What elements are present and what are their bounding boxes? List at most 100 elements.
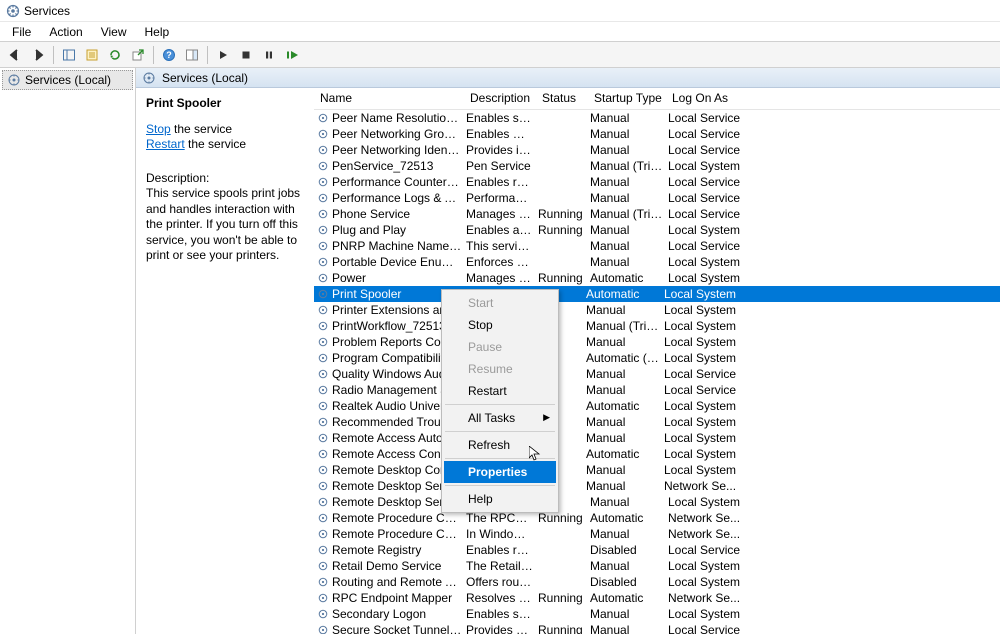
submenu-arrow-icon: ▶	[543, 412, 550, 423]
service-row[interactable]: Plug and PlayEnables a co...RunningManua…	[314, 222, 1000, 238]
service-row[interactable]: Peer Networking Identity M...Provides id…	[314, 142, 1000, 158]
service-row[interactable]: Remote Desktop Services Us...Allows the …	[314, 494, 1000, 510]
cell-description: Enables rem...	[464, 175, 536, 189]
detail-stop-line: Stop the service	[146, 122, 304, 136]
cell-startup: Manual (Trigg...	[588, 159, 666, 173]
service-icon	[316, 448, 330, 460]
cell-name: Remote Procedure Call (RPC)...	[330, 527, 464, 541]
service-row[interactable]: PrintWorkflow_72513Manual (Trigg...Local…	[314, 318, 1000, 334]
ctx-stop[interactable]: Stop	[444, 314, 556, 336]
cell-logon: Local System	[666, 159, 756, 173]
cell-startup: Manual	[588, 527, 666, 541]
service-row[interactable]: Phone ServiceManages th...RunningManual …	[314, 206, 1000, 222]
cell-startup: Automatic	[584, 447, 662, 461]
show-hide-tree-button[interactable]	[58, 44, 80, 66]
menu-view[interactable]: View	[93, 24, 135, 39]
menu-help[interactable]: Help	[137, 24, 178, 39]
column-description[interactable]: Description	[464, 88, 536, 109]
help-button[interactable]: ?	[158, 44, 180, 66]
service-row[interactable]: Peer Name Resolution Proto...Enables ser…	[314, 110, 1000, 126]
service-row[interactable]: Peer Networking GroupingEnables mul...Ma…	[314, 126, 1000, 142]
service-row[interactable]: Performance Counter DLL H...Enables rem.…	[314, 174, 1000, 190]
service-row[interactable]: Retail Demo ServiceThe Retail D...Manual…	[314, 558, 1000, 574]
service-row[interactable]: Remote Procedure Call (RPC)...In Windows…	[314, 526, 1000, 542]
restart-service-button[interactable]	[281, 44, 303, 66]
service-row[interactable]: PowerManages po...RunningAutomaticLocal …	[314, 270, 1000, 286]
tree-services-local[interactable]: Services (Local)	[2, 70, 133, 90]
menu-action[interactable]: Action	[41, 24, 90, 39]
service-row[interactable]: Remote Desktop ServicesManualNetwork Se.…	[314, 478, 1000, 494]
cell-description: This service ...	[464, 239, 536, 253]
ctx-help[interactable]: Help	[444, 488, 556, 510]
service-icon	[316, 496, 330, 508]
cell-startup: Manual	[584, 479, 662, 493]
cell-name: PNRP Machine Name Public...	[330, 239, 464, 253]
service-row[interactable]: RPC Endpoint MapperResolves RP...Running…	[314, 590, 1000, 606]
cell-name: Peer Networking Identity M...	[330, 143, 464, 157]
cell-startup: Manual (Trigg...	[588, 207, 666, 221]
back-button[interactable]	[4, 44, 26, 66]
console-tree[interactable]: Services (Local)	[0, 68, 136, 634]
service-row[interactable]: Realtek Audio Universal Serv...Automatic…	[314, 398, 1000, 414]
service-icon	[316, 160, 330, 172]
cell-name: Power	[330, 271, 464, 285]
stop-service-button[interactable]	[235, 44, 257, 66]
service-row[interactable]: Portable Device Enumerator ...Enforces g…	[314, 254, 1000, 270]
cell-name: PenService_72513	[330, 159, 464, 173]
service-row[interactable]: Remote Procedure Call (RPC)The RPCSS s..…	[314, 510, 1000, 526]
column-name[interactable]: Name	[314, 88, 464, 109]
column-startup-type[interactable]: Startup Type	[588, 88, 666, 109]
service-row[interactable]: Program Compatibility Assis...Automatic …	[314, 350, 1000, 366]
refresh-button[interactable]	[104, 44, 126, 66]
service-row[interactable]: Routing and Remote AccessOffers routi...…	[314, 574, 1000, 590]
cell-logon: Local System	[662, 335, 752, 349]
start-service-button[interactable]	[212, 44, 234, 66]
menu-file[interactable]: File	[4, 24, 39, 39]
service-row[interactable]: Remote RegistryEnables rem...DisabledLoc…	[314, 542, 1000, 558]
service-icon	[316, 112, 330, 124]
service-row[interactable]: Print SpoolerAutomaticLocal System	[314, 286, 1000, 302]
services-list[interactable]: Name Description Status Startup Type Log…	[314, 88, 1000, 634]
cell-startup: Manual	[588, 559, 666, 573]
cell-name: Performance Counter DLL H...	[330, 175, 464, 189]
service-icon	[316, 560, 330, 572]
cell-startup: Manual	[584, 415, 662, 429]
cell-startup: Manual	[588, 175, 666, 189]
service-row[interactable]: Problem Reports Control Pa...ManualLocal…	[314, 334, 1000, 350]
service-row[interactable]: Remote Access Connection ...AutomaticLoc…	[314, 446, 1000, 462]
ctx-restart[interactable]: Restart	[444, 380, 556, 402]
service-row[interactable]: Radio Management ServiceManualLocal Serv…	[314, 382, 1000, 398]
service-icon	[316, 240, 330, 252]
service-icon	[316, 368, 330, 380]
cell-startup: Manual	[584, 431, 662, 445]
cell-description: Enables rem...	[464, 543, 536, 557]
service-row[interactable]: Recommended Troubleshoo...ManualLocal Sy…	[314, 414, 1000, 430]
cell-logon: Network Se...	[666, 527, 756, 541]
forward-button[interactable]	[27, 44, 49, 66]
pause-service-button[interactable]	[258, 44, 280, 66]
cell-logon: Network Se...	[662, 479, 752, 493]
ctx-properties[interactable]: Properties	[444, 461, 556, 483]
cell-startup: Manual	[588, 607, 666, 621]
pane-header-icon	[142, 71, 156, 85]
service-row[interactable]: Remote Access Auto Connec...ManualLocal …	[314, 430, 1000, 446]
service-row[interactable]: Quality Windows Audio Vid...ManualLocal …	[314, 366, 1000, 382]
service-row[interactable]: Remote Desktop Configurati...ManualLocal…	[314, 462, 1000, 478]
ctx-separator	[445, 431, 555, 432]
restart-service-link[interactable]: Restart	[146, 137, 185, 151]
service-row[interactable]: Performance Logs & AlertsPerformance...M…	[314, 190, 1000, 206]
ctx-refresh[interactable]: Refresh	[444, 434, 556, 456]
action-pane-button[interactable]	[181, 44, 203, 66]
cell-startup: Manual	[588, 623, 666, 634]
service-row[interactable]: Secondary LogonEnables start...ManualLoc…	[314, 606, 1000, 622]
properties-button[interactable]	[81, 44, 103, 66]
column-status[interactable]: Status	[536, 88, 588, 109]
ctx-all-tasks[interactable]: All Tasks ▶	[444, 407, 556, 429]
export-button[interactable]	[127, 44, 149, 66]
stop-service-link[interactable]: Stop	[146, 122, 171, 136]
service-row[interactable]: PenService_72513Pen ServiceManual (Trigg…	[314, 158, 1000, 174]
service-row[interactable]: PNRP Machine Name Public...This service …	[314, 238, 1000, 254]
service-row[interactable]: Printer Extensions and Notifi...ManualLo…	[314, 302, 1000, 318]
column-log-on-as[interactable]: Log On As	[666, 88, 756, 109]
service-row[interactable]: Secure Socket Tunneling Pro...Provides s…	[314, 622, 1000, 634]
